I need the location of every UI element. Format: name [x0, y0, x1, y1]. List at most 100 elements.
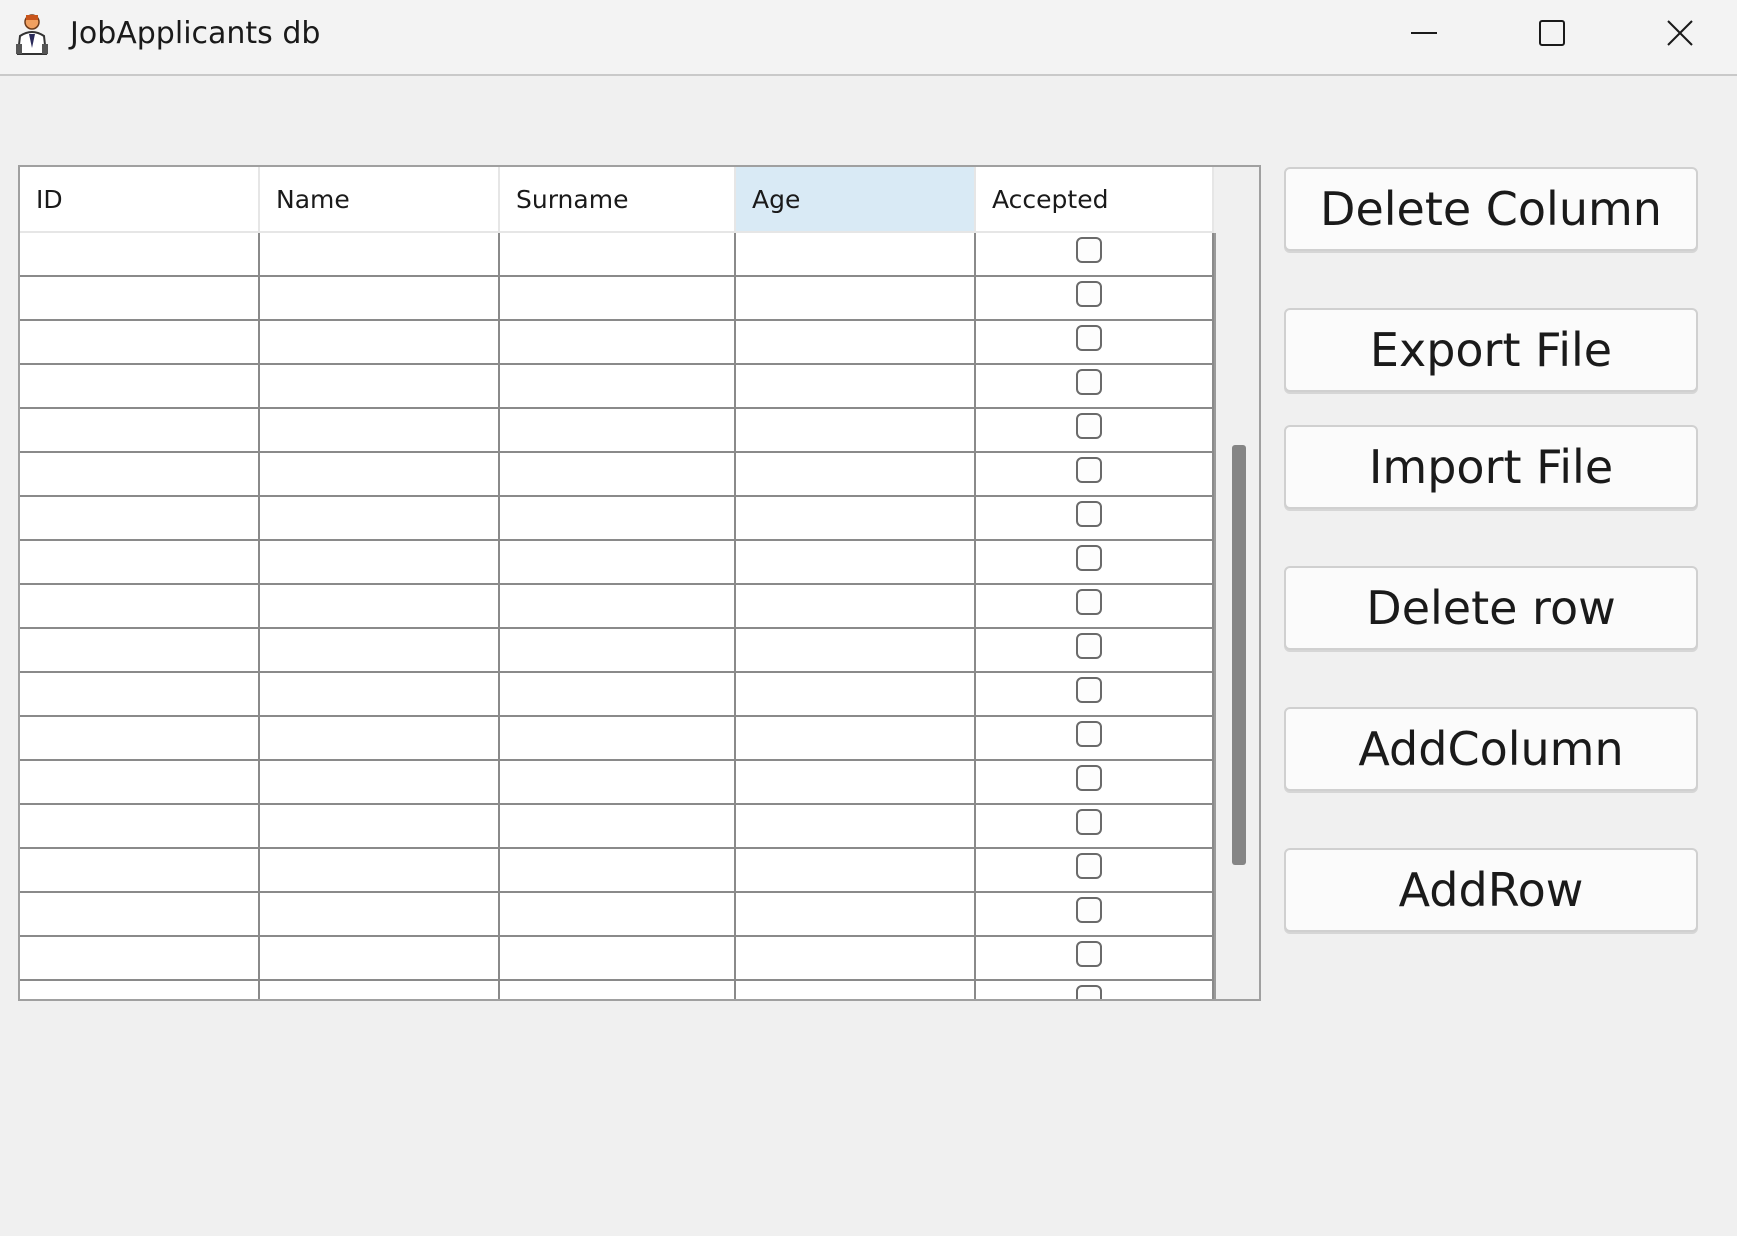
accepted-checkbox[interactable]: [1076, 457, 1102, 483]
table-cell-name[interactable]: [260, 673, 500, 717]
table-cell-accepted[interactable]: [976, 585, 1214, 629]
table-cell-age[interactable]: [736, 849, 976, 893]
table-cell-surname[interactable]: [500, 409, 736, 453]
table-cell-accepted[interactable]: [976, 541, 1214, 585]
table-cell-id[interactable]: [20, 497, 260, 541]
table-cell-id[interactable]: [20, 409, 260, 453]
table-cell-accepted[interactable]: [976, 497, 1214, 541]
table-cell-name[interactable]: [260, 981, 500, 999]
table-row[interactable]: [20, 937, 1214, 981]
table-cell-age[interactable]: [736, 365, 976, 409]
table-cell-age[interactable]: [736, 761, 976, 805]
table-cell-age[interactable]: [736, 277, 976, 321]
table-cell-name[interactable]: [260, 893, 500, 937]
table-cell-surname[interactable]: [500, 849, 736, 893]
table-row[interactable]: [20, 409, 1214, 453]
table-cell-accepted[interactable]: [976, 761, 1214, 805]
table-row[interactable]: [20, 761, 1214, 805]
accepted-checkbox[interactable]: [1076, 721, 1102, 747]
table-cell-accepted[interactable]: [976, 365, 1214, 409]
table-cell-surname[interactable]: [500, 805, 736, 849]
table-cell-age[interactable]: [736, 629, 976, 673]
table-cell-id[interactable]: [20, 673, 260, 717]
table-cell-surname[interactable]: [500, 453, 736, 497]
table-row[interactable]: [20, 717, 1214, 761]
table-cell-surname[interactable]: [500, 629, 736, 673]
table-cell-age[interactable]: [736, 409, 976, 453]
table-cell-name[interactable]: [260, 233, 500, 277]
column-header-id[interactable]: ID: [20, 167, 260, 233]
table-cell-surname[interactable]: [500, 277, 736, 321]
table-cell-surname[interactable]: [500, 365, 736, 409]
table-cell-id[interactable]: [20, 541, 260, 585]
accepted-checkbox[interactable]: [1076, 985, 1102, 999]
close-button[interactable]: [1616, 0, 1737, 66]
table-cell-accepted[interactable]: [976, 717, 1214, 761]
table-cell-age[interactable]: [736, 981, 976, 999]
table-cell-surname[interactable]: [500, 893, 736, 937]
table-row[interactable]: [20, 541, 1214, 585]
accepted-checkbox[interactable]: [1076, 941, 1102, 967]
table-cell-surname[interactable]: [500, 937, 736, 981]
table-row[interactable]: [20, 365, 1214, 409]
table-cell-id[interactable]: [20, 937, 260, 981]
table-cell-id[interactable]: [20, 233, 260, 277]
table-cell-surname[interactable]: [500, 761, 736, 805]
table-cell-surname[interactable]: [500, 981, 736, 999]
accepted-checkbox[interactable]: [1076, 589, 1102, 615]
table-cell-name[interactable]: [260, 541, 500, 585]
table-cell-id[interactable]: [20, 849, 260, 893]
table-cell-name[interactable]: [260, 365, 500, 409]
table-row[interactable]: [20, 893, 1214, 937]
table-cell-accepted[interactable]: [976, 981, 1214, 999]
export-file-button[interactable]: Export File: [1284, 308, 1698, 392]
table-cell-accepted[interactable]: [976, 893, 1214, 937]
table-cell-accepted[interactable]: [976, 453, 1214, 497]
table-cell-name[interactable]: [260, 805, 500, 849]
column-header-surname[interactable]: Surname: [500, 167, 736, 233]
accepted-checkbox[interactable]: [1076, 809, 1102, 835]
table-cell-surname[interactable]: [500, 497, 736, 541]
table-cell-name[interactable]: [260, 629, 500, 673]
table-cell-name[interactable]: [260, 585, 500, 629]
table-row[interactable]: [20, 629, 1214, 673]
maximize-button[interactable]: [1488, 0, 1616, 66]
table-cell-accepted[interactable]: [976, 849, 1214, 893]
accepted-checkbox[interactable]: [1076, 281, 1102, 307]
table-cell-surname[interactable]: [500, 717, 736, 761]
table-cell-name[interactable]: [260, 453, 500, 497]
table-cell-surname[interactable]: [500, 673, 736, 717]
table-cell-name[interactable]: [260, 761, 500, 805]
applicants-table[interactable]: ID Name Surname Age Accepted: [18, 165, 1261, 1001]
table-row[interactable]: [20, 981, 1214, 999]
table-cell-surname[interactable]: [500, 585, 736, 629]
table-cell-surname[interactable]: [500, 541, 736, 585]
table-row[interactable]: [20, 805, 1214, 849]
scrollbar-thumb[interactable]: [1232, 445, 1246, 865]
table-cell-accepted[interactable]: [976, 233, 1214, 277]
table-cell-id[interactable]: [20, 717, 260, 761]
table-cell-name[interactable]: [260, 717, 500, 761]
table-cell-surname[interactable]: [500, 321, 736, 365]
table-cell-age[interactable]: [736, 673, 976, 717]
table-cell-age[interactable]: [736, 497, 976, 541]
table-cell-id[interactable]: [20, 629, 260, 673]
accepted-checkbox[interactable]: [1076, 677, 1102, 703]
minimize-button[interactable]: [1360, 0, 1488, 66]
vertical-scrollbar[interactable]: [1214, 233, 1259, 999]
accepted-checkbox[interactable]: [1076, 413, 1102, 439]
accepted-checkbox[interactable]: [1076, 237, 1102, 263]
import-file-button[interactable]: Import File: [1284, 425, 1698, 509]
accepted-checkbox[interactable]: [1076, 501, 1102, 527]
add-row-button[interactable]: AddRow: [1284, 848, 1698, 932]
table-cell-age[interactable]: [736, 717, 976, 761]
table-row[interactable]: [20, 277, 1214, 321]
delete-column-button[interactable]: Delete Column: [1284, 167, 1698, 251]
table-row[interactable]: [20, 321, 1214, 365]
accepted-checkbox[interactable]: [1076, 369, 1102, 395]
table-cell-id[interactable]: [20, 453, 260, 497]
table-cell-age[interactable]: [736, 541, 976, 585]
table-row[interactable]: [20, 585, 1214, 629]
accepted-checkbox[interactable]: [1076, 545, 1102, 571]
table-cell-age[interactable]: [736, 321, 976, 365]
